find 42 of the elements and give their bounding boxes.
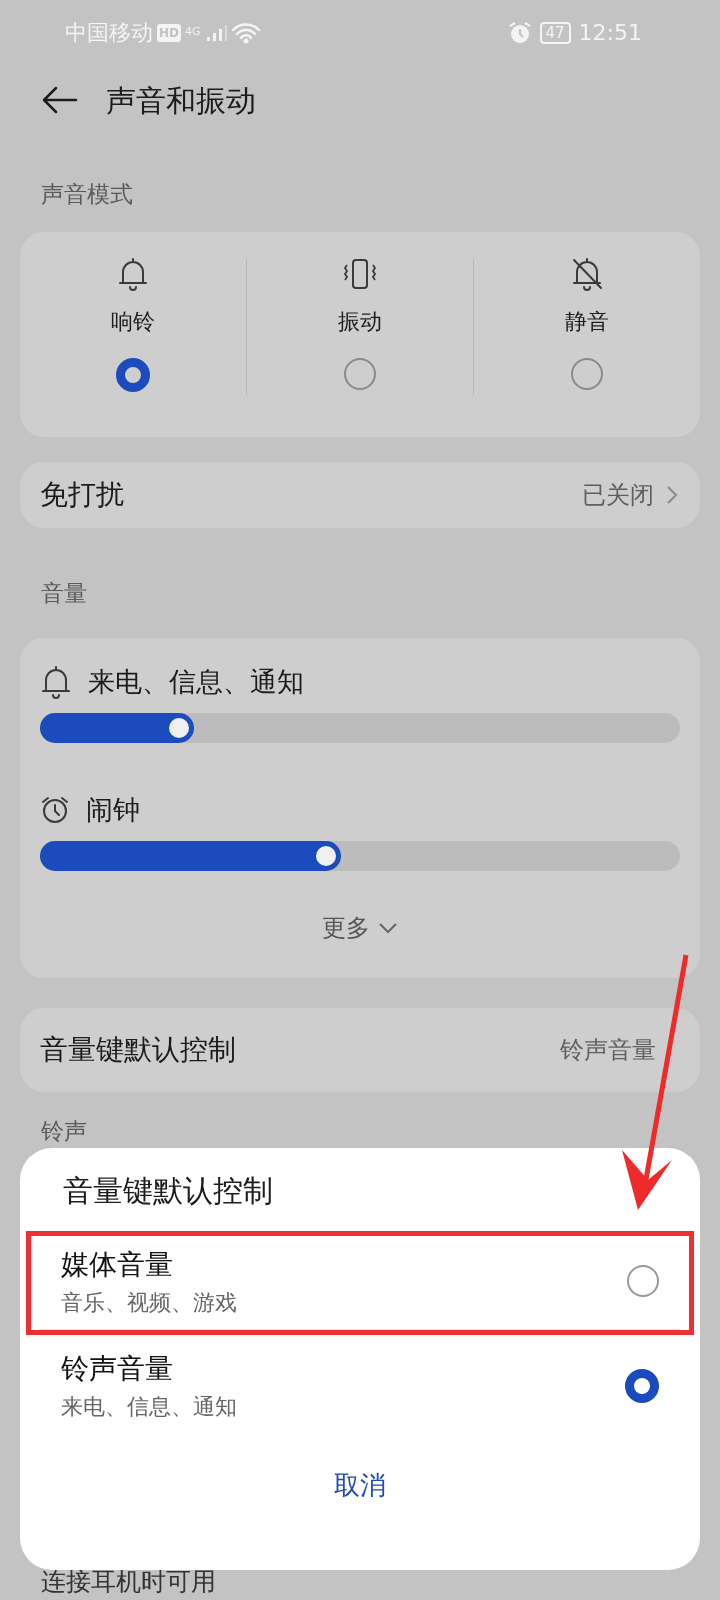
page-title: 声音和振动 [106,81,256,120]
more-button[interactable]: 更多 [321,909,399,947]
slider-label: 闹钟 [86,792,140,827]
radio-button[interactable] [627,1265,659,1297]
radio-button[interactable] [344,358,376,390]
dialog-option[interactable]: 媒体音量 音乐、视频、游戏 [40,1233,680,1329]
radio-button[interactable] [116,358,150,392]
cancel-button[interactable]: 取消 [328,1465,392,1506]
chevron-down-icon [378,921,398,935]
dialog-option[interactable]: 铃声音量 来电、信息、通知 [40,1329,680,1441]
slider-track[interactable] [40,841,680,871]
chevron-right-icon [664,484,680,506]
radio-button[interactable] [571,358,603,390]
alarm-clock-icon [40,795,70,825]
bell-icon [40,665,72,699]
wifi-icon [230,21,261,44]
option-label: 媒体音量 [61,1246,174,1283]
muted-bell-icon [570,257,604,291]
section-heading: 音量 [40,579,88,608]
mode-label[interactable]: 响铃 [111,305,155,338]
mode-label[interactable]: 静音 [565,305,609,338]
settings-row[interactable]: 音量键默认控制 铃声音量 [20,1008,700,1092]
bell-icon [117,257,149,291]
slider-label: 来电、信息、通知 [88,664,304,699]
setting-value: 已关闭 [582,480,654,511]
section-heading: 声音模式 [40,180,134,209]
setting-value: 铃声音量 [560,1035,656,1066]
signal-icon [204,22,227,43]
setting-label: 免打扰 [40,477,124,513]
setting-label: 连接耳机时可用 [41,1565,216,1598]
slider-track[interactable] [40,713,680,743]
radio-button[interactable] [625,1368,659,1403]
back-arrow-icon[interactable] [42,86,78,114]
alarm-clock-icon [507,20,532,45]
settings-row[interactable]: 免打扰 已关闭 [20,462,700,528]
option-label: 铃声音量 [61,1351,174,1387]
option-description: 来电、信息、通知 [61,1393,237,1421]
mode-label[interactable]: 振动 [338,305,382,338]
option-description: 音乐、视频、游戏 [61,1288,237,1317]
setting-label: 音量键默认控制 [40,1032,236,1068]
dialog-title: 音量键默认控制 [62,1172,274,1210]
section-heading: 铃声 [41,1117,87,1146]
